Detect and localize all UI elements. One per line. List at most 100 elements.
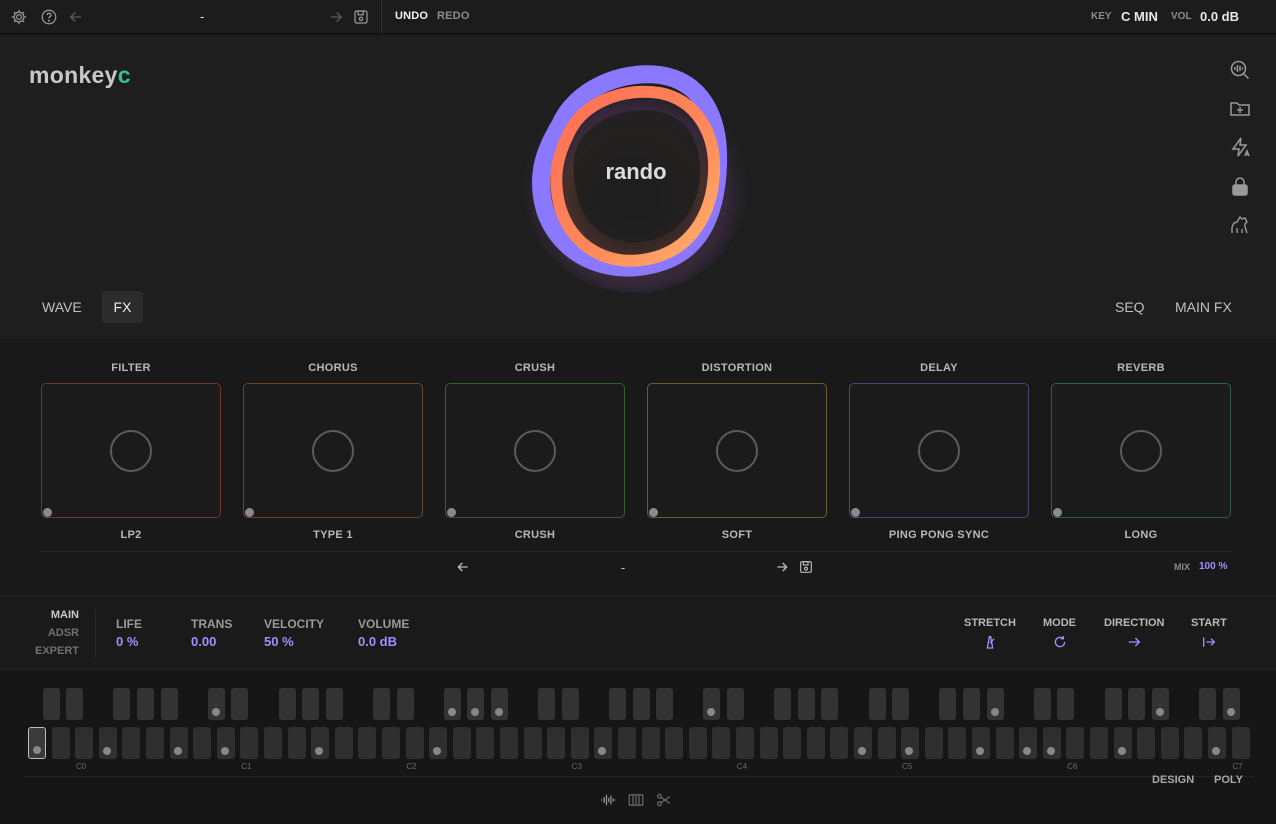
- fx-save-preset-icon[interactable]: [798, 559, 814, 575]
- white-key[interactable]: [75, 727, 94, 759]
- white-key[interactable]: [429, 727, 448, 759]
- white-key[interactable]: [169, 727, 188, 759]
- white-key[interactable]: [972, 727, 990, 759]
- white-key[interactable]: [547, 727, 566, 759]
- black-key[interactable]: [986, 688, 1004, 720]
- black-key[interactable]: [1128, 688, 1146, 720]
- black-key[interactable]: [939, 688, 957, 720]
- white-key[interactable]: [334, 727, 353, 759]
- black-key[interactable]: [113, 688, 131, 720]
- arrow-right-icon[interactable]: [1125, 634, 1143, 650]
- start-icon[interactable]: [1200, 634, 1218, 650]
- fx-type-filter[interactable]: LP2: [41, 529, 221, 541]
- params-mode-adsr[interactable]: ADSR: [48, 627, 79, 639]
- white-key[interactable]: [901, 727, 920, 759]
- black-key[interactable]: [396, 688, 414, 720]
- black-key[interactable]: [66, 688, 84, 720]
- fx-preset-name[interactable]: -: [600, 560, 646, 575]
- white-key[interactable]: [712, 727, 731, 759]
- white-key[interactable]: [51, 727, 70, 759]
- white-key[interactable]: [1019, 727, 1038, 759]
- param-velocity-value[interactable]: 50 %: [264, 634, 294, 649]
- settings-gear-icon[interactable]: [9, 7, 29, 27]
- white-key[interactable]: [216, 727, 235, 759]
- white-key[interactable]: [806, 727, 825, 759]
- white-key[interactable]: [877, 727, 896, 759]
- white-key[interactable]: [948, 727, 967, 759]
- params-mode-main[interactable]: MAIN: [51, 609, 79, 621]
- redo-button[interactable]: REDO: [437, 10, 470, 22]
- black-key[interactable]: [774, 688, 792, 720]
- white-key[interactable]: [1231, 727, 1250, 759]
- fx-slot-crush[interactable]: [445, 383, 625, 518]
- preset-next-arrow-icon[interactable]: [326, 7, 346, 27]
- white-key[interactable]: [264, 727, 282, 759]
- black-key[interactable]: [821, 688, 839, 720]
- tab-wave[interactable]: WAVE: [34, 291, 90, 323]
- black-key[interactable]: [797, 688, 815, 720]
- fx-type-chorus[interactable]: TYPE 1: [243, 529, 423, 541]
- preset-name[interactable]: -: [200, 9, 204, 24]
- white-key[interactable]: [405, 727, 424, 759]
- white-key[interactable]: [665, 727, 684, 759]
- tab-seq[interactable]: SEQ: [1107, 291, 1153, 323]
- fx-power-toggle[interactable]: [43, 508, 52, 517]
- black-key[interactable]: [42, 688, 60, 720]
- metronome-icon[interactable]: [981, 634, 999, 650]
- white-key[interactable]: [193, 727, 212, 759]
- design-button[interactable]: DESIGN: [1152, 774, 1194, 786]
- white-key[interactable]: [783, 727, 802, 759]
- help-icon[interactable]: [39, 7, 59, 27]
- white-key[interactable]: [759, 727, 778, 759]
- white-key[interactable]: [1208, 727, 1226, 759]
- white-key[interactable]: [122, 727, 141, 759]
- white-key[interactable]: [1090, 727, 1108, 759]
- white-key[interactable]: [240, 727, 259, 759]
- black-key[interactable]: [302, 688, 320, 720]
- search-sound-icon[interactable]: [1227, 57, 1253, 83]
- black-key[interactable]: [963, 688, 980, 720]
- white-key[interactable]: [500, 727, 518, 759]
- scissors-icon[interactable]: [655, 791, 673, 809]
- monkey-mascot-icon[interactable]: [1227, 211, 1253, 237]
- black-key[interactable]: [1151, 688, 1169, 720]
- fx-slot-reverb[interactable]: [1051, 383, 1231, 518]
- white-key[interactable]: [28, 727, 46, 759]
- white-key[interactable]: [618, 727, 636, 759]
- black-key[interactable]: [1199, 688, 1216, 720]
- black-key[interactable]: [443, 688, 461, 720]
- white-key[interactable]: [1113, 727, 1132, 759]
- fx-knob[interactable]: [514, 430, 556, 472]
- save-preset-icon[interactable]: [351, 7, 371, 27]
- fx-type-delay[interactable]: PING PONG SYNC: [849, 529, 1029, 541]
- black-key[interactable]: [1222, 688, 1240, 720]
- fx-knob[interactable]: [110, 430, 152, 472]
- undo-button[interactable]: UNDO: [395, 10, 428, 22]
- black-key[interactable]: [892, 688, 910, 720]
- param-life-value[interactable]: 0 %: [116, 634, 138, 649]
- fx-power-toggle[interactable]: [851, 508, 860, 517]
- fx-knob[interactable]: [918, 430, 960, 472]
- black-key[interactable]: [1104, 688, 1122, 720]
- white-key[interactable]: [523, 727, 542, 759]
- fx-slot-filter[interactable]: [41, 383, 221, 518]
- fx-type-crush[interactable]: CRUSH: [445, 529, 625, 541]
- black-key[interactable]: [609, 688, 626, 720]
- fx-slot-distortion[interactable]: [647, 383, 827, 518]
- param-trans-value[interactable]: 0.00: [191, 634, 216, 649]
- poly-button[interactable]: POLY: [1214, 774, 1243, 786]
- black-key[interactable]: [656, 688, 674, 720]
- white-key[interactable]: [924, 727, 943, 759]
- white-key[interactable]: [854, 727, 872, 759]
- white-key[interactable]: [98, 727, 117, 759]
- fx-power-toggle[interactable]: [649, 508, 658, 517]
- white-key[interactable]: [1137, 727, 1156, 759]
- fx-knob[interactable]: [716, 430, 758, 472]
- fx-knob[interactable]: [312, 430, 354, 472]
- fx-slot-chorus[interactable]: [243, 383, 423, 518]
- white-key[interactable]: [736, 727, 754, 759]
- black-key[interactable]: [1033, 688, 1051, 720]
- black-key[interactable]: [373, 688, 390, 720]
- black-key[interactable]: [491, 688, 508, 720]
- black-key[interactable]: [278, 688, 296, 720]
